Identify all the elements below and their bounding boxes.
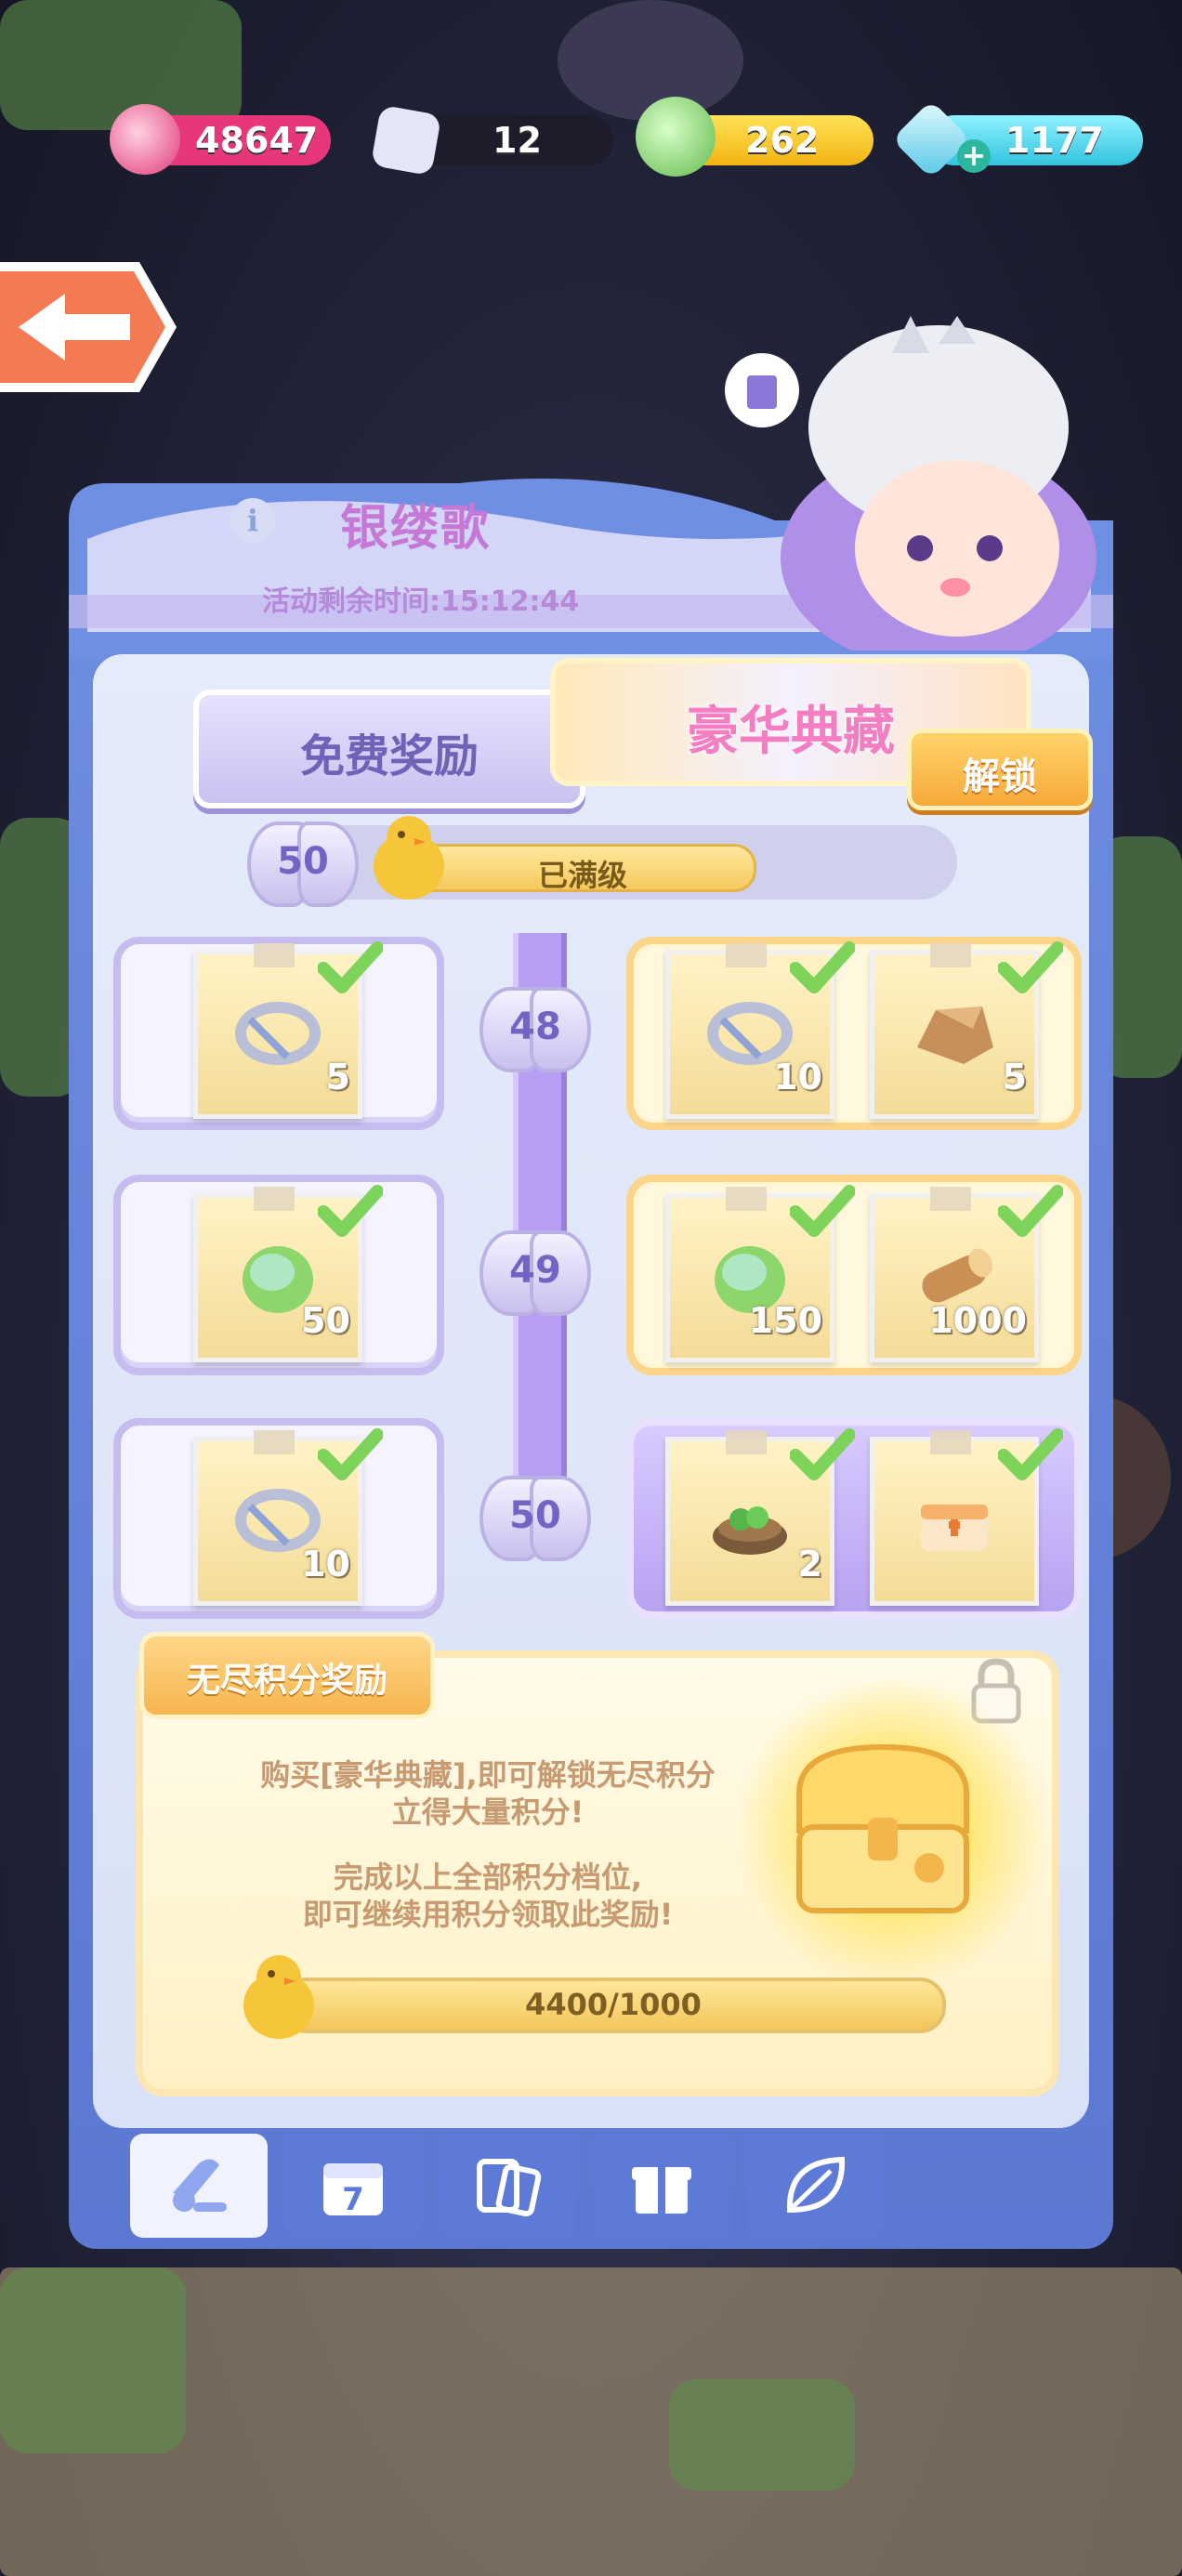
endless-desc-line: 立得大量积分! xyxy=(391,1794,584,1830)
currency-value: 12 xyxy=(492,120,542,161)
free-reward-card[interactable]: 10 xyxy=(113,1418,444,1619)
green-bean-icon xyxy=(636,97,716,177)
reward-qty: 10 xyxy=(773,1057,822,1097)
cards-icon xyxy=(477,2159,542,2217)
claimed-check-icon xyxy=(318,1185,383,1237)
reward-qty: 150 xyxy=(748,1300,822,1341)
level-marker: 48 xyxy=(476,981,595,1072)
endless-tag-label: 无尽积分奖励 xyxy=(186,1662,387,1700)
currency-value: 48647 xyxy=(195,120,319,161)
level-number: 49 xyxy=(509,1249,561,1292)
reward-qty: 5 xyxy=(1002,1057,1027,1097)
potion-jar-icon xyxy=(110,104,180,175)
toolbox-icon xyxy=(921,1505,988,1551)
currency-value: 1177 xyxy=(1005,120,1104,161)
claimed-check-icon xyxy=(998,1185,1063,1237)
endless-reward-tag: 无尽积分奖励 xyxy=(139,1632,435,1719)
level-number: 50 xyxy=(509,1494,561,1537)
unlock-button[interactable]: 解锁 xyxy=(907,729,1093,810)
event-title: 银缕歌 xyxy=(340,501,492,557)
endless-desc-line: 完成以上全部积分档位, xyxy=(333,1860,643,1895)
claimed-check-icon xyxy=(998,1428,1063,1480)
bg-grass xyxy=(0,2267,186,2453)
level-marker: 50 xyxy=(476,1470,595,1561)
bg-grass xyxy=(669,2379,855,2491)
tab-gift[interactable] xyxy=(593,2134,730,2238)
claimed-check-icon xyxy=(790,941,855,993)
scroll-icon xyxy=(173,2159,227,2212)
tab-label: 免费奖励 xyxy=(299,730,479,782)
reward-qty: 5 xyxy=(325,1057,350,1097)
free-reward-card[interactable]: 50 xyxy=(113,1175,444,1375)
endless-desc-line: 购买[豪华典藏],即可解锁无尽积分 xyxy=(260,1757,716,1793)
chick-icon xyxy=(374,816,444,900)
tab-calendar[interactable]: 7 xyxy=(284,2134,422,2238)
calendar-icon: 7 xyxy=(323,2163,383,2218)
claimed-check-icon xyxy=(318,1428,383,1480)
tab-scroll[interactable] xyxy=(130,2134,268,2238)
endless-progress-bar: 4400/1000 xyxy=(281,1978,946,2033)
bottom-tab-bar: 7 xyxy=(93,2134,1089,2240)
free-reward-card[interactable]: 5 xyxy=(113,937,444,1130)
reward-qty: 2 xyxy=(797,1544,822,1584)
chick-icon xyxy=(243,1955,314,2039)
plant-pot-icon xyxy=(713,1506,787,1555)
unlock-label: 解锁 xyxy=(963,756,1037,798)
tab-free-rewards[interactable]: 免费奖励 xyxy=(193,690,585,808)
level-marker: 49 xyxy=(476,1225,595,1316)
endless-progress-text: 4400/1000 xyxy=(525,1987,702,2022)
claimed-check-icon xyxy=(790,1428,855,1480)
currency-value: 262 xyxy=(745,120,820,161)
info-icon[interactable]: i xyxy=(230,498,275,543)
reward-qty: 10 xyxy=(301,1544,350,1584)
diamond-icon xyxy=(891,99,971,179)
level-progress-bar: 已满级 xyxy=(409,844,756,893)
endless-desc-line: 即可继续用积分领取此奖励! xyxy=(302,1897,674,1932)
reward-qty: 1000 xyxy=(928,1300,1027,1341)
character-illustration xyxy=(725,316,1097,651)
butterfly-ticket-icon xyxy=(370,104,442,177)
level-number: 48 xyxy=(509,1005,561,1048)
bg-grass xyxy=(0,0,242,130)
calendar-day: 7 xyxy=(342,2181,364,2218)
claimed-check-icon xyxy=(790,1185,855,1237)
stone-icon xyxy=(917,1006,993,1064)
tab-leaf[interactable] xyxy=(747,2134,885,2238)
silver-ring-icon xyxy=(235,1002,321,1065)
event-timer: 活动剩余时间:15:12:44 xyxy=(262,585,580,618)
level-status: 已满级 xyxy=(537,858,627,893)
level-badge: 50 xyxy=(243,816,362,907)
claimed-check-icon xyxy=(318,941,383,993)
reward-qty: 50 xyxy=(301,1300,350,1341)
bg-lantern xyxy=(558,0,743,121)
tab-cards[interactable] xyxy=(439,2134,576,2238)
leaf-icon xyxy=(786,2156,846,2214)
back-button[interactable] xyxy=(0,262,182,392)
treasure-chest-icon[interactable] xyxy=(771,1728,994,1933)
add-diamond-icon[interactable]: + xyxy=(957,139,991,173)
claimed-check-icon xyxy=(998,941,1063,993)
gift-icon xyxy=(632,2167,691,2214)
level-number: 50 xyxy=(277,840,329,883)
